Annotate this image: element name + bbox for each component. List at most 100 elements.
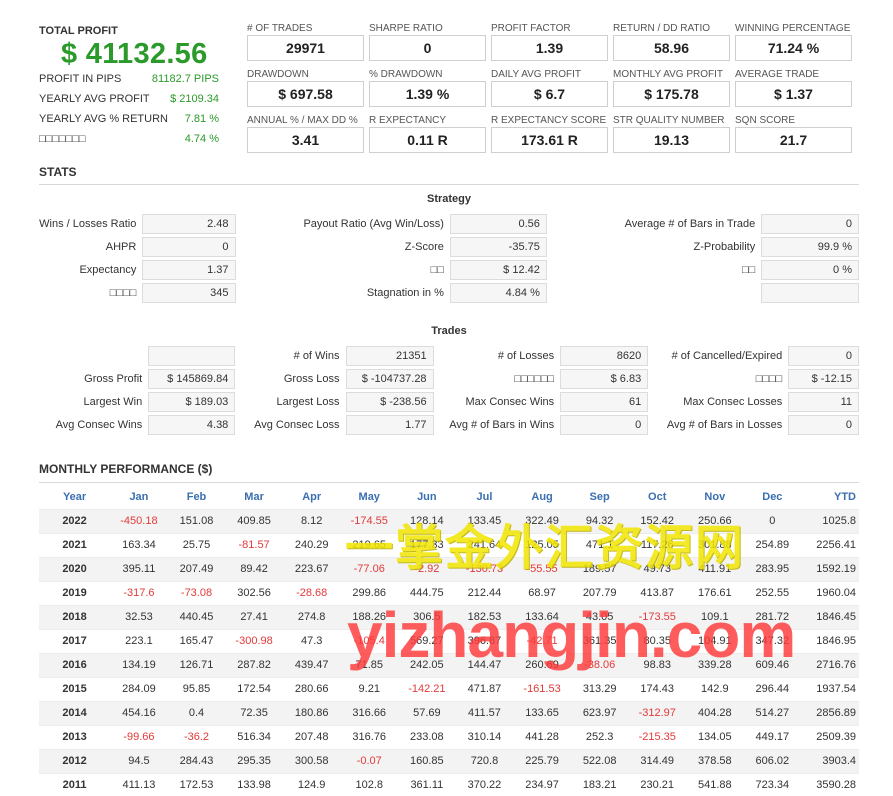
column-header[interactable]: Jan [110, 485, 168, 509]
month-value-cell: 274.8 [282, 604, 341, 629]
column-header[interactable]: Dec [744, 485, 802, 509]
month-value-cell: 163.34 [110, 532, 168, 557]
month-value-cell: 241.64 [455, 532, 514, 557]
summary-row-label: □□□□□□□ [39, 133, 86, 145]
column-header[interactable]: May [340, 485, 398, 509]
month-value-cell: -174.55 [340, 508, 399, 533]
stat-label: □□ [430, 263, 444, 276]
month-value-cell: 295.35 [225, 748, 283, 773]
month-value-cell: 94.32 [570, 508, 629, 533]
month-value-cell: -0.07 [340, 748, 399, 773]
metric-value: 1.39 % [369, 81, 486, 107]
metric-card: SQN SCORE 21.7 [735, 115, 852, 153]
year-cell: 2019 [39, 580, 111, 605]
summary-row-value: 7.81 % [184, 113, 219, 125]
month-value-cell: 95.85 [167, 676, 226, 701]
column-header[interactable]: Jul [456, 485, 514, 509]
column-header[interactable]: Feb [168, 485, 226, 509]
month-value-cell: -450.18 [110, 508, 168, 533]
stats-row: Expectancy 1.37 □□ $ 12.42 □□ 0 % [39, 258, 859, 281]
metric-label: % DRAWDOWN [369, 69, 443, 80]
stat-label: □□□□ [109, 286, 137, 299]
year-cell: 2014 [39, 700, 111, 725]
metric-value: 19.13 [613, 127, 730, 153]
strategy-title: Strategy [426, 193, 472, 205]
table-row: 2015 284.09 95.85 172.54 280.66 9.21 -142.21 47… [39, 676, 859, 701]
stats-row: Gross Profit $ 145869.84 Gross Loss $ -1047… [39, 367, 859, 390]
summary-row-value: $ 2109.34 [170, 93, 219, 105]
metric-value: $ 697.58 [247, 81, 364, 107]
month-value-cell: 720.8 [455, 748, 514, 773]
stat-label: Gross Profit [84, 372, 143, 385]
column-header[interactable]: Nov [686, 485, 744, 509]
month-value-cell: 134.19 [110, 652, 168, 677]
column-header[interactable]: Sep [571, 485, 629, 509]
month-value-cell: 182.53 [455, 604, 514, 629]
column-header[interactable]: Year [39, 485, 110, 509]
month-value-cell: 313.29 [570, 676, 629, 701]
summary-row-value: 4.74 % [184, 133, 219, 145]
metric-value: $ 6.7 [491, 81, 608, 107]
metric-label: RETURN / DD RATIO [613, 23, 711, 34]
month-value-cell: 102.8 [340, 772, 399, 796]
stat-label: Stagnation in % [366, 286, 444, 299]
month-value-cell: 225.79 [513, 748, 571, 773]
month-value-cell: 27.41 [225, 604, 283, 629]
year-cell: 2016 [39, 652, 111, 677]
month-value-cell: 160.85 [398, 748, 456, 773]
column-header[interactable]: Aug [513, 485, 571, 509]
month-value-cell: 219.65 [340, 532, 399, 557]
column-header[interactable]: Mar [225, 485, 283, 509]
month-value-cell: -173.55 [628, 604, 687, 629]
month-value-cell: 223.67 [282, 556, 341, 581]
column-header[interactable]: YTD [801, 485, 859, 509]
month-value-cell: 2856.89 [801, 700, 859, 725]
stat-value: 2.48 [142, 213, 236, 234]
stats-title: STATS [39, 165, 77, 179]
stat-label: Payout Ratio (Avg Win/Loss) [303, 217, 444, 230]
month-value-cell: 1960.04 [801, 580, 859, 605]
table-body: 2022 -450.18 151.08 409.85 8.12 -174.55 128.14… [39, 508, 859, 796]
month-value-cell: -28.68 [282, 580, 341, 605]
month-value-cell: 104.91 [686, 628, 744, 653]
summary-row-label: PROFIT IN PIPS [39, 73, 122, 85]
summary-row: YEARLY AVG PROFIT $ 2109.34 [39, 89, 219, 109]
month-value-cell: 316.66 [340, 700, 399, 725]
month-value-cell: 98.83 [628, 652, 687, 677]
column-header[interactable]: Oct [628, 485, 686, 509]
month-value-cell: 361.35 [570, 628, 629, 653]
month-value-cell: 94.5 [110, 748, 168, 773]
metric-card: DAILY AVG PROFIT $ 6.7 [491, 69, 608, 107]
metric-card: ANNUAL % / MAX DD % 3.41 [247, 115, 364, 153]
column-header[interactable]: Apr [283, 485, 341, 509]
month-value-cell: 144.47 [455, 652, 514, 677]
stat-label: Largest Win [83, 395, 143, 408]
month-value-cell: 439.47 [282, 652, 341, 677]
column-header[interactable]: Jun [398, 485, 456, 509]
month-value-cell: 296.44 [743, 676, 802, 701]
stat-label: Avg # of Bars in Losses [666, 418, 783, 431]
stats-row: # of Wins 21351 # of Losses 8620 # of Cancel… [39, 344, 859, 367]
month-value-cell: 117.26 [628, 532, 687, 557]
table-row: 2012 94.5 284.43 295.35 300.58 -0.07 160.85 720… [39, 748, 859, 773]
table-row: 2020 395.11 207.49 89.42 223.67 -77.06 -2.92 -1… [39, 556, 859, 581]
metric-value: 173.61 R [491, 127, 608, 153]
month-value-cell: -105.4 [340, 628, 399, 653]
month-value-cell: 449.17 [743, 724, 802, 749]
month-value-cell: 183.21 [570, 772, 629, 796]
metric-card: AVERAGE TRADE $ 1.37 [735, 69, 852, 107]
month-value-cell: 316.76 [340, 724, 399, 749]
table-row: 2022 -450.18 151.08 409.85 8.12 -174.55 128.14… [39, 508, 859, 533]
month-value-cell: 339.28 [686, 652, 744, 677]
month-value-cell: 223.1 [110, 628, 168, 653]
month-value-cell: 89.42 [225, 556, 283, 581]
month-value-cell: 177.33 [398, 532, 456, 557]
month-value-cell: 281.72 [743, 604, 802, 629]
metric-value: 29971 [247, 35, 364, 61]
metric-label: MONTHLY AVG PROFIT [613, 69, 724, 80]
month-value-cell: 80.35 [628, 628, 687, 653]
month-value-cell: 347.32 [743, 628, 802, 653]
month-value-cell: 142.9 [686, 676, 744, 701]
stat-label: AHPR [105, 240, 137, 253]
metric-value: $ 175.78 [613, 81, 730, 107]
